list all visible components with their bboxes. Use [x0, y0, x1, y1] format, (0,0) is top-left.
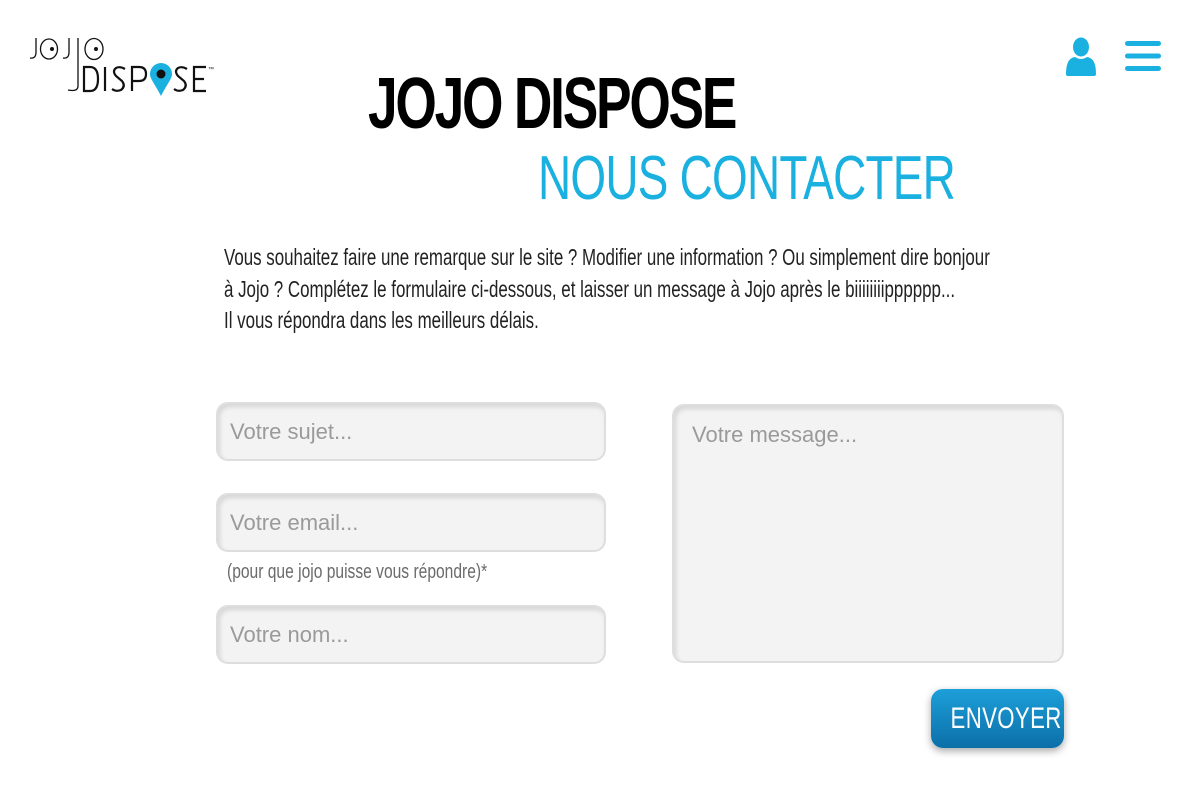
name-input[interactable] [216, 605, 606, 664]
page-subtitle: NOUS CONTACTER [538, 144, 956, 213]
subject-input[interactable] [216, 402, 606, 461]
hamburger-menu-icon[interactable] [1124, 40, 1162, 72]
svg-text:™: ™ [208, 66, 214, 73]
intro-line: Vous souhaitez faire une remarque sur le… [224, 244, 990, 270]
contact-page: ™ JOJO DISPOSE NOUS CONTACTER Vous souha… [0, 0, 1200, 803]
email-hint: (pour que jojo puisse vous répondre)* [227, 561, 488, 583]
send-button-label: ENVOYER [950, 701, 1062, 735]
send-button[interactable]: ENVOYER [931, 689, 1064, 748]
email-input[interactable] [216, 493, 606, 552]
user-icon[interactable] [1062, 36, 1100, 76]
message-textarea[interactable] [672, 404, 1064, 663]
intro-line: à Jojo ? Complétez le formulaire ci-dess… [224, 275, 956, 302]
intro-line: Il vous répondra dans les meilleurs déla… [224, 307, 539, 333]
jojo-dispose-logo[interactable]: ™ [28, 34, 218, 96]
intro-text: Vous souhaitez faire une remarque sur le… [224, 242, 1062, 337]
page-title: JOJO DISPOSE [368, 64, 737, 144]
